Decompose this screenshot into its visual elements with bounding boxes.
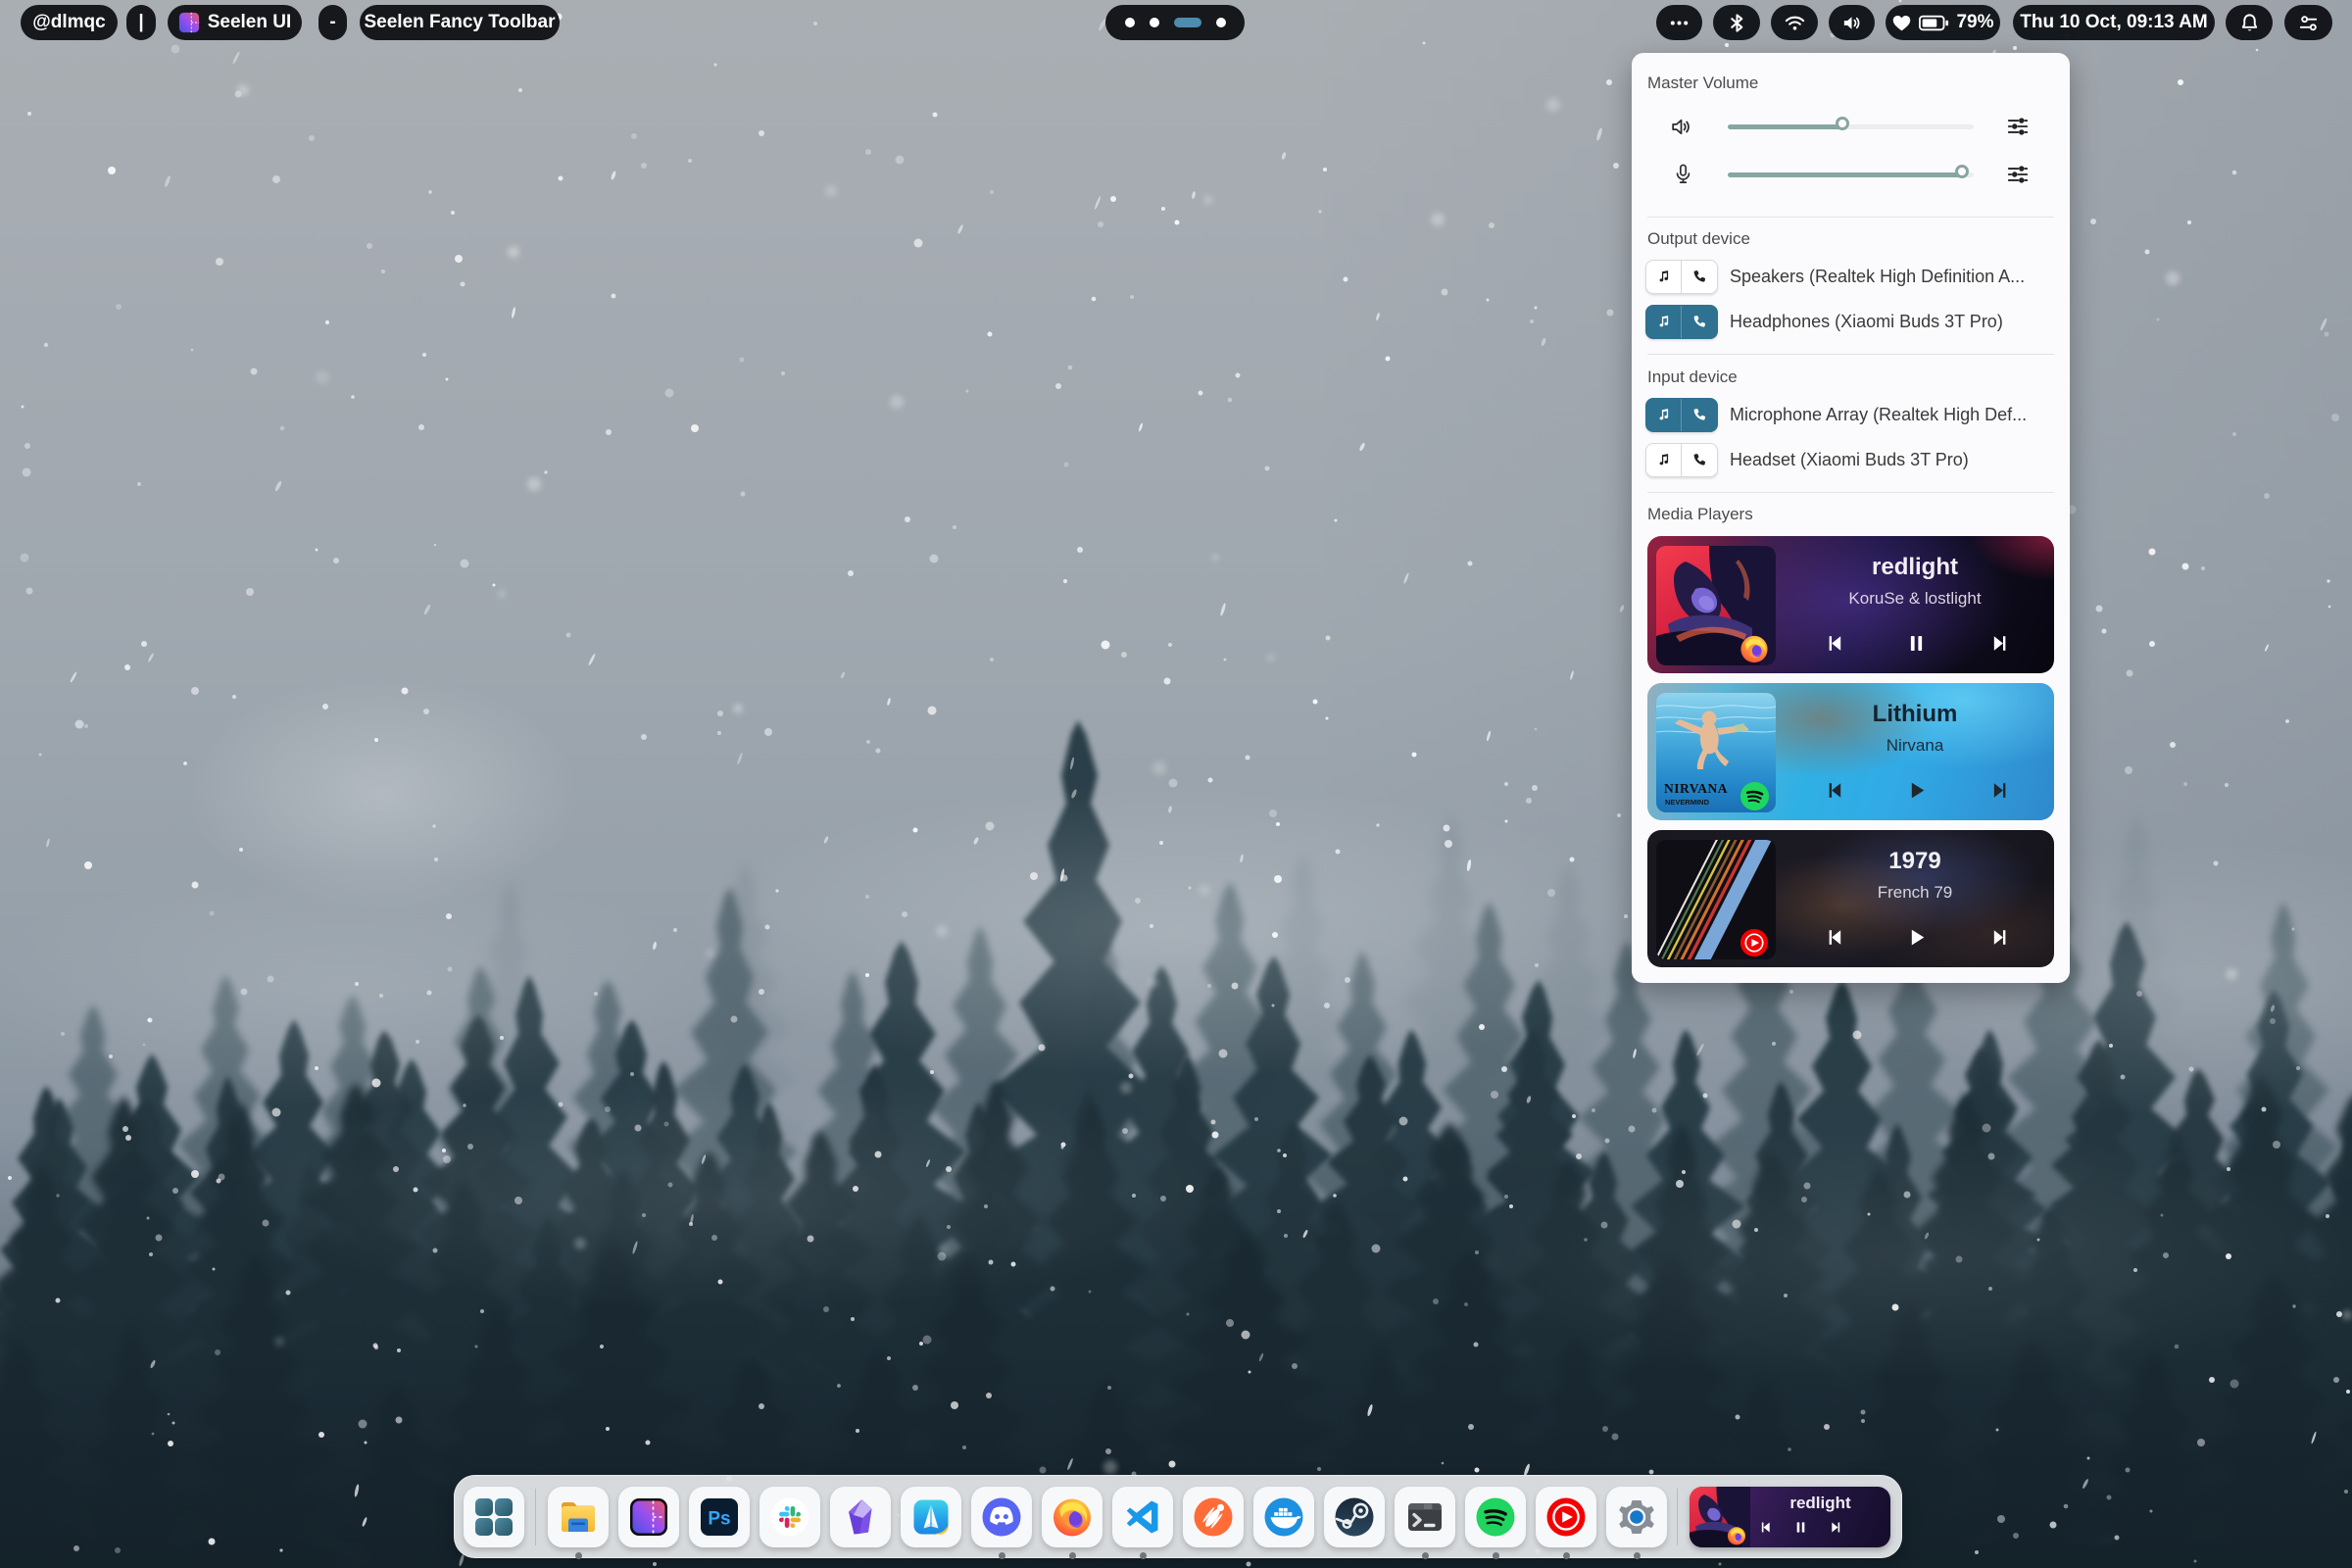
svg-text:NIRVANA: NIRVANA [1664,781,1728,796]
svg-text:NEVERMIND: NEVERMIND [1665,798,1710,807]
svg-text:Ps: Ps [708,1509,730,1530]
